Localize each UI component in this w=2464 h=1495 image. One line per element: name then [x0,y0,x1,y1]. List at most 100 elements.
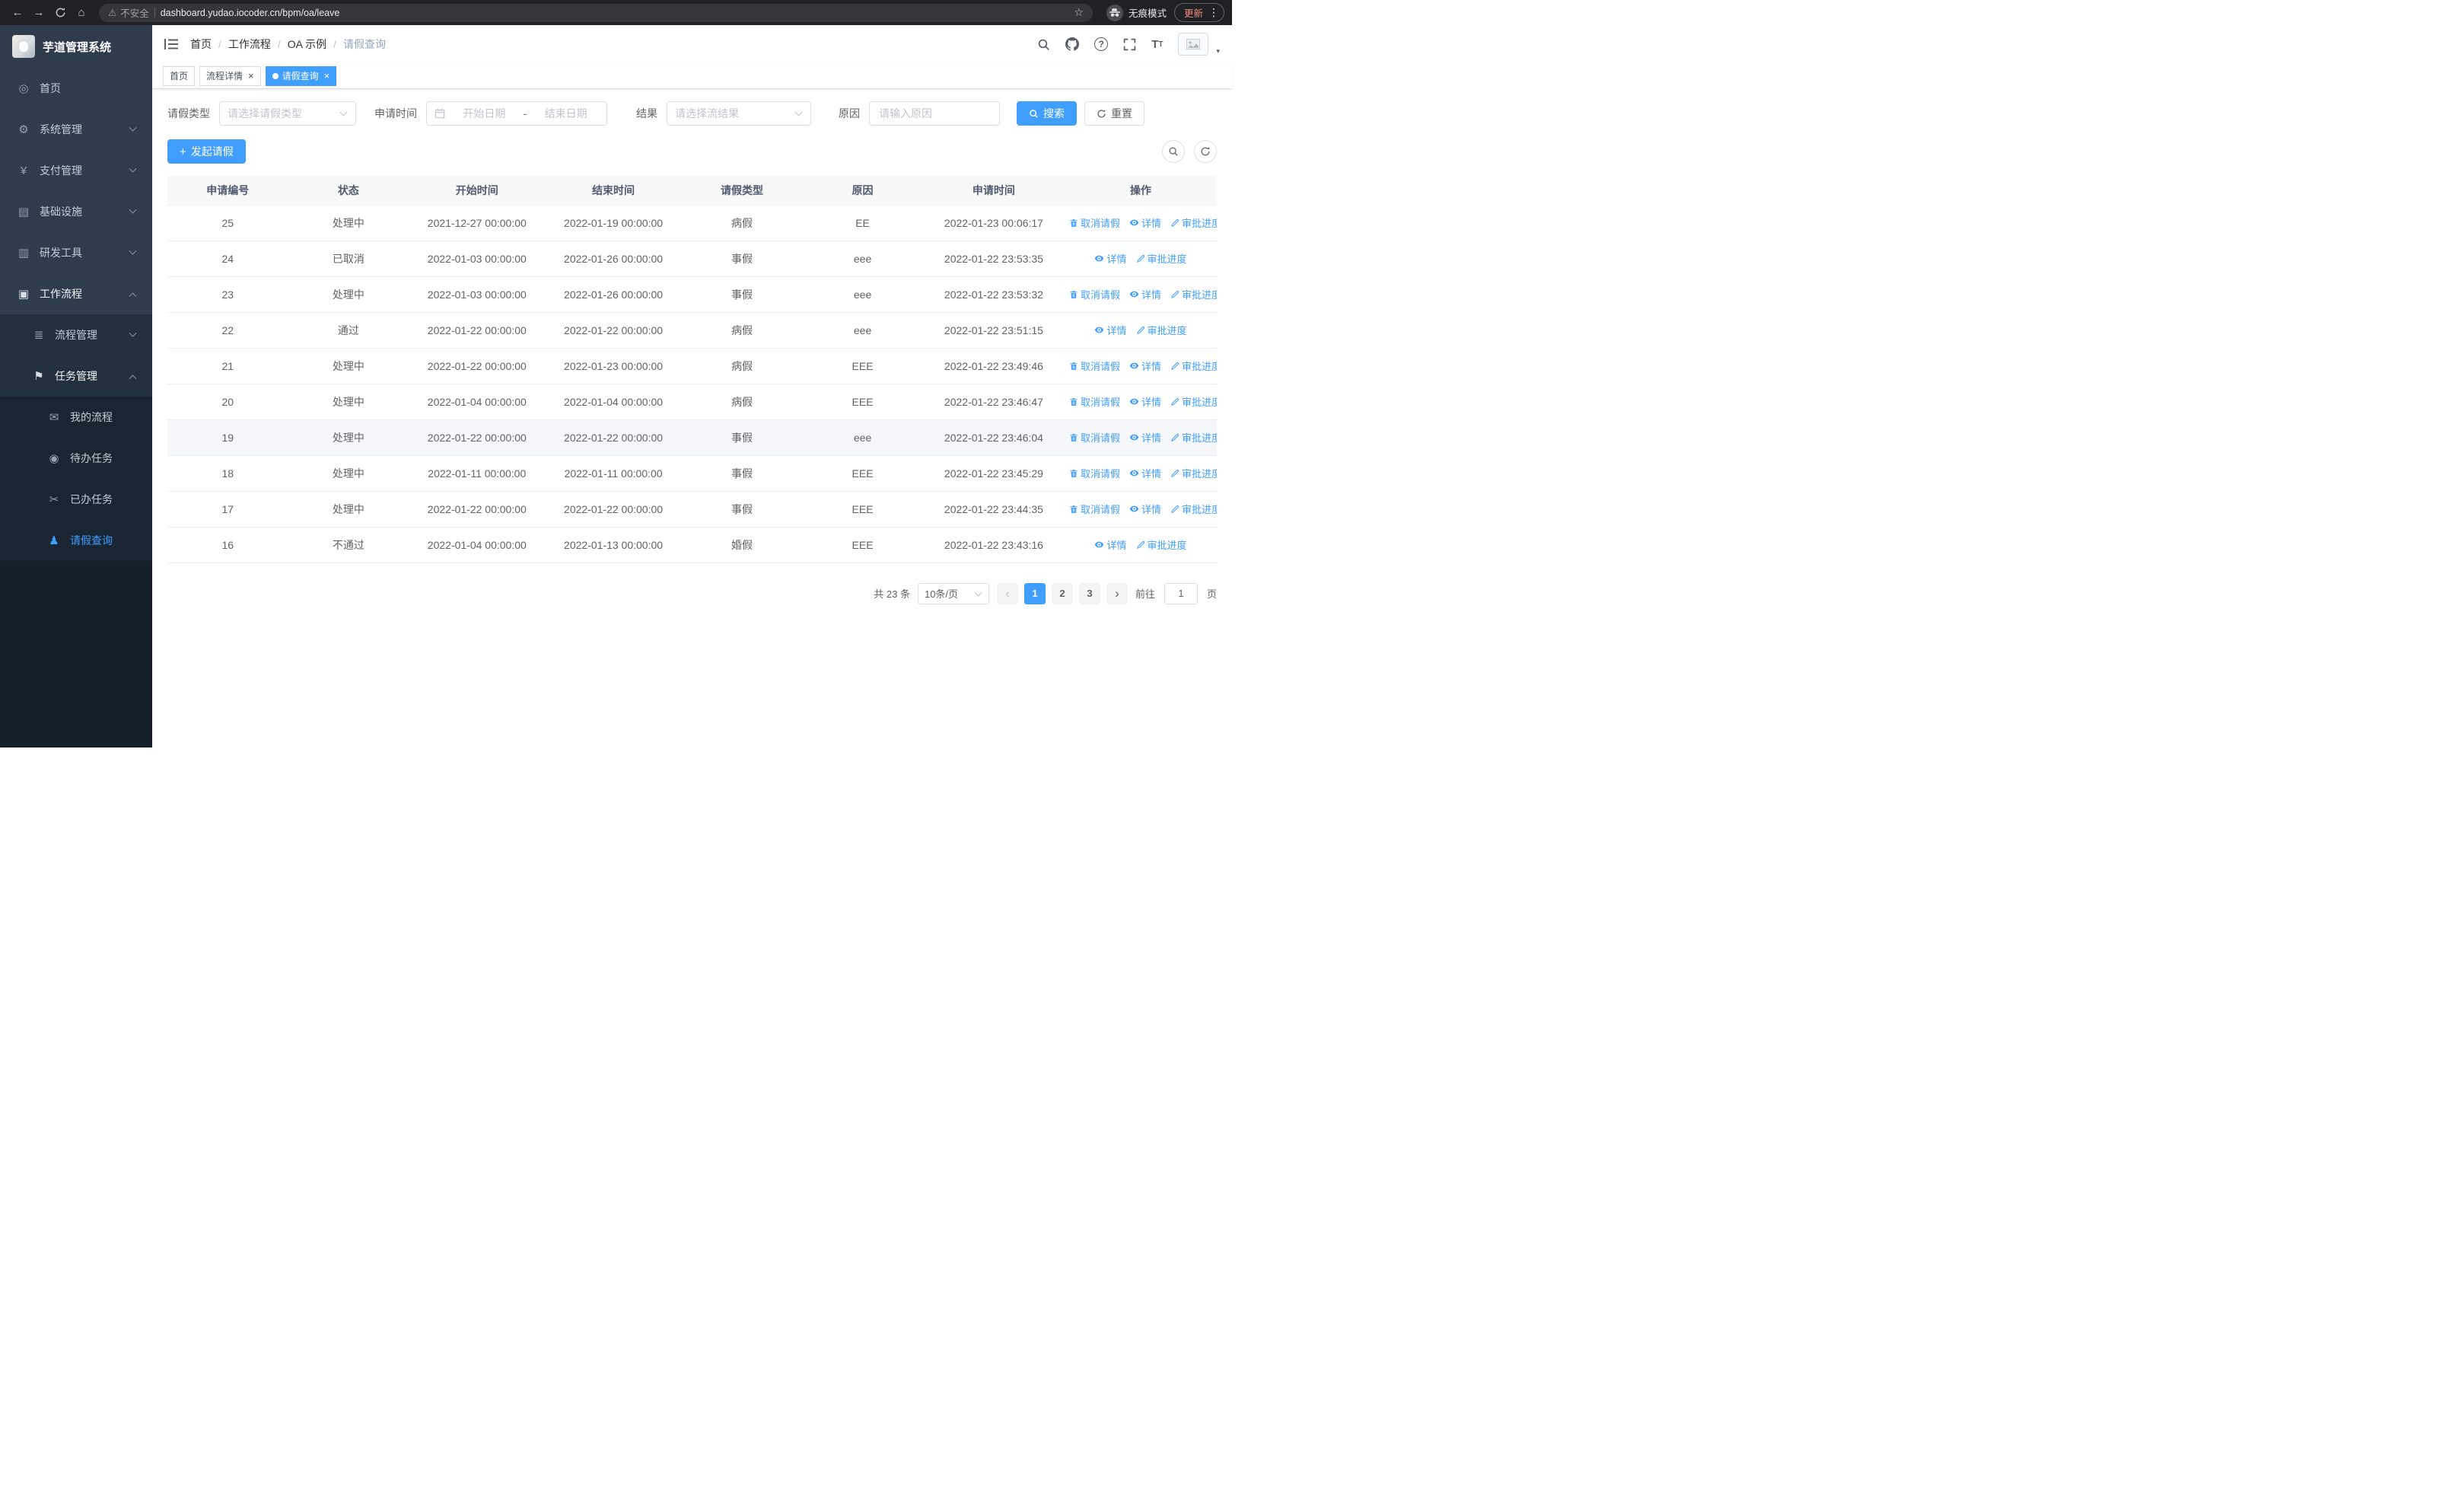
page-button-1[interactable]: 1 [1023,582,1046,604]
font-size-icon[interactable]: TT [1151,38,1163,51]
user-avatar[interactable] [1178,33,1209,56]
cell-applied: 2022-01-22 23:46:04 [922,419,1065,456]
cancel-leave-link[interactable]: 取消请假 [1069,394,1120,409]
sidebar-item-dev-tools[interactable]: ▥ 研发工具 [0,232,152,273]
update-chip[interactable]: 更新 [1184,5,1203,20]
home-button[interactable]: ⌂ [72,3,91,23]
goto-suffix: 页 [1206,588,1217,600]
address-bar[interactable]: ⚠ 不安全 dashboard.yudao.iocoder.cn/bpm/oa/… [99,3,1093,22]
cancel-leave-link[interactable]: 取消请假 [1069,502,1120,516]
detail-link[interactable]: 详情 [1129,466,1161,480]
table-refresh-button[interactable] [1194,140,1217,163]
detail-link[interactable]: 详情 [1094,537,1127,552]
delete-icon [1069,290,1078,299]
detail-link[interactable]: 详情 [1129,394,1161,409]
chevron-up-icon [129,374,137,382]
result-select[interactable]: 请选择流结果 [667,101,811,126]
sidebar-item-workflow[interactable]: ▣ 工作流程 [0,273,152,314]
back-button[interactable]: ← [8,3,27,23]
cell-actions: 取消请假 详情 审批进度 [1065,384,1217,420]
page-button-3[interactable]: 3 [1078,582,1100,604]
reload-button[interactable] [50,3,70,23]
tab-leave-query[interactable]: 请假查询 × [265,65,337,86]
sidebar-item-my-process[interactable]: ✉ 我的流程 [0,397,152,438]
progress-link[interactable]: 审批进度 [1136,323,1187,337]
detail-link[interactable]: 详情 [1129,215,1161,230]
breadcrumb-item[interactable]: 首页 [190,37,212,52]
kebab-menu-icon[interactable]: ⋮ [1208,6,1220,19]
create-leave-button[interactable]: + 发起请假 [167,139,246,164]
reason-label: 原因 [839,107,860,120]
detail-link[interactable]: 详情 [1129,359,1161,373]
cell-reason: EEE [802,348,923,384]
cell-reason: EEE [802,455,923,492]
detail-link[interactable]: 详情 [1094,323,1127,337]
sidebar-item-system[interactable]: ⚙ 系统管理 [0,109,152,150]
sidebar-item-process-mgmt[interactable]: ≣ 流程管理 [0,314,152,355]
apply-time-range-picker[interactable]: 开始日期 - 结束日期 [426,101,607,126]
flag-icon: ⚑ [33,370,44,383]
cell-id: 24 [167,241,288,277]
tab-home[interactable]: 首页 [163,65,196,86]
toggle-search-button[interactable] [1162,140,1185,163]
detail-link[interactable]: 详情 [1129,287,1161,301]
sidebar-item-done-task[interactable]: ✂ 已办任务 [0,479,152,520]
progress-link[interactable]: 审批进度 [1170,502,1217,516]
security-chip[interactable]: ⚠ 不安全 [108,5,149,20]
page-button-2[interactable]: 2 [1051,582,1073,604]
cancel-leave-link[interactable]: 取消请假 [1069,430,1120,445]
sidebar-item-todo-task[interactable]: ◉ 待办任务 [0,438,152,479]
cell-start: 2022-01-22 00:00:00 [409,312,546,349]
close-icon[interactable]: × [248,71,254,81]
help-icon[interactable]: ? [1094,37,1109,51]
progress-link[interactable]: 审批进度 [1170,394,1217,409]
sidebar-item-task-mgmt[interactable]: ⚑ 任务管理 [0,355,152,397]
progress-link[interactable]: 审批进度 [1170,287,1217,301]
github-icon[interactable] [1065,37,1080,51]
search-button[interactable]: 搜索 [1017,101,1077,126]
close-icon[interactable]: × [324,71,330,81]
detail-link[interactable]: 详情 [1129,430,1161,445]
fullscreen-icon[interactable] [1123,38,1136,51]
reset-button[interactable]: 重置 [1084,101,1144,126]
sidebar-item-leave-query[interactable]: ♟ 请假查询 [0,520,152,561]
breadcrumb-item[interactable]: 工作流程 [228,37,271,52]
progress-link[interactable]: 审批进度 [1170,215,1217,230]
tab-process-detail[interactable]: 流程详情 × [199,65,261,86]
sidebar-item-home[interactable]: ◎ 首页 [0,68,152,109]
goto-page-input[interactable] [1164,582,1198,604]
action-label: 取消请假 [1081,397,1121,409]
page-size-select[interactable]: 10条/页 [917,582,989,604]
action-label: 审批进度 [1182,361,1217,373]
column-header: 状态 [288,176,409,206]
leave-type-select[interactable]: 请选择请假类型 [219,101,356,126]
chevron-down-icon[interactable]: ▾ [1216,47,1220,56]
forward-button[interactable]: → [29,3,49,23]
cell-actions: 详情 审批进度 [1065,527,1217,563]
action-label: 取消请假 [1081,361,1121,373]
reason-input[interactable] [869,101,1000,126]
cancel-leave-link[interactable]: 取消请假 [1069,287,1120,301]
cancel-leave-link[interactable]: 取消请假 [1069,359,1120,373]
breadcrumb-item[interactable]: OA 示例 [288,37,326,52]
browser-menu-button[interactable]: 更新 ⋮ [1173,3,1224,22]
detail-link[interactable]: 详情 [1094,251,1127,266]
progress-link[interactable]: 审批进度 [1170,466,1217,480]
cancel-leave-link[interactable]: 取消请假 [1069,215,1120,230]
column-header: 操作 [1065,176,1217,206]
sidebar-item-label: 工作流程 [40,288,82,300]
bookmark-star-icon[interactable]: ☆ [1074,6,1084,19]
next-page-button[interactable]: › [1106,582,1128,604]
sidebar-item-infrastructure[interactable]: ▤ 基础设施 [0,191,152,232]
progress-link[interactable]: 审批进度 [1170,430,1217,445]
progress-link[interactable]: 审批进度 [1136,537,1187,552]
prev-page-button[interactable]: ‹ [996,582,1018,604]
sidebar-item-payment[interactable]: ¥ 支付管理 [0,150,152,191]
progress-link[interactable]: 审批进度 [1136,251,1187,266]
cancel-leave-link[interactable]: 取消请假 [1069,466,1120,480]
progress-link[interactable]: 审批进度 [1170,359,1217,373]
plus-icon: + [180,145,186,158]
search-icon[interactable] [1037,38,1050,51]
sidebar-toggle-button[interactable] [164,38,178,50]
detail-link[interactable]: 详情 [1129,502,1161,516]
